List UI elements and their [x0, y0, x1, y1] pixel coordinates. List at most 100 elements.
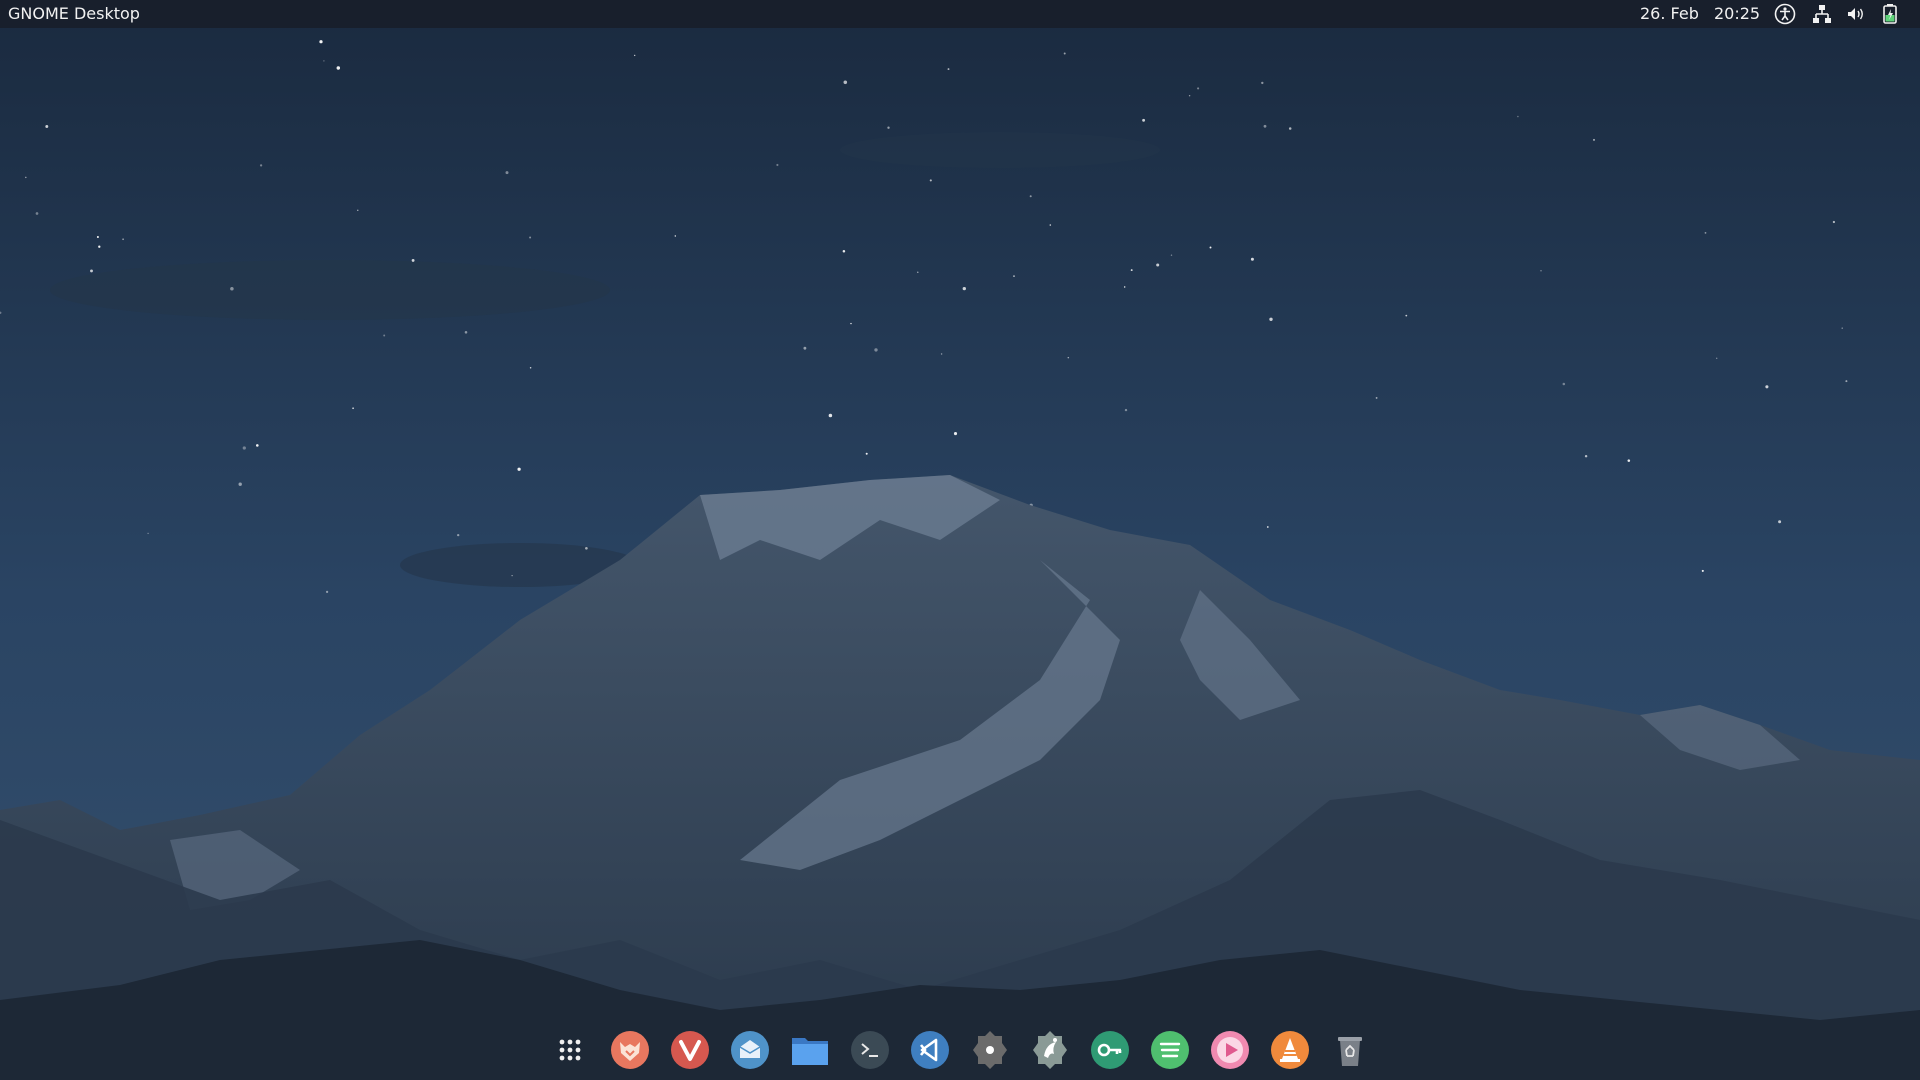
star [828, 413, 833, 418]
top-bar: GNOME Desktop 26. Feb 20:25 [0, 0, 1920, 28]
desktop-wallpaper [0, 0, 1920, 1080]
dock-vscode[interactable] [908, 1028, 952, 1072]
star [147, 532, 149, 535]
star [1261, 81, 1264, 85]
star [803, 346, 807, 350]
dock-trash[interactable] [1328, 1028, 1372, 1072]
dock-mail[interactable] [728, 1028, 772, 1072]
star [1250, 257, 1254, 261]
star [1716, 357, 1718, 359]
dock-gimp[interactable] [1028, 1028, 1072, 1072]
star [962, 286, 966, 291]
star [1123, 286, 1126, 288]
spotify-icon [1151, 1031, 1189, 1069]
star [517, 467, 521, 471]
star [464, 331, 468, 334]
star [1288, 127, 1292, 130]
star [674, 235, 676, 237]
accessibility-icon[interactable] [1774, 3, 1796, 25]
clock-date: 26. Feb [1640, 4, 1699, 23]
clock-time: 20:25 [1713, 4, 1761, 23]
dock-spotify[interactable] [1148, 1028, 1192, 1072]
star [1029, 195, 1032, 198]
star [850, 322, 852, 325]
star [1130, 269, 1133, 272]
star [1124, 408, 1128, 412]
clock[interactable]: 26. Feb 20:25 [1640, 4, 1770, 23]
star [1845, 380, 1848, 383]
star [255, 444, 259, 447]
star [1063, 52, 1066, 55]
star [917, 271, 919, 273]
star [529, 367, 532, 369]
star [947, 68, 950, 71]
password-keys-icon [1091, 1031, 1129, 1069]
star [357, 209, 359, 211]
star [1584, 454, 1588, 458]
star [929, 179, 932, 182]
star [325, 590, 329, 594]
volume-icon[interactable] [1845, 3, 1867, 25]
dock-vivaldi[interactable] [668, 1028, 712, 1072]
app-grid-icon [559, 1039, 581, 1061]
star [1209, 246, 1212, 249]
dock [548, 1024, 1362, 1078]
star [505, 171, 509, 175]
show-apps-button[interactable] [548, 1028, 592, 1072]
star [1197, 87, 1200, 90]
star [457, 533, 460, 537]
dock-settings[interactable] [968, 1028, 1012, 1072]
files-folder-icon [792, 1038, 828, 1065]
gimp-icon [1033, 1031, 1067, 1069]
star [1013, 275, 1015, 277]
star [35, 212, 39, 215]
mail-icon [731, 1031, 769, 1069]
star [865, 452, 868, 455]
star [1517, 115, 1519, 118]
star [25, 176, 27, 179]
cloud [50, 260, 610, 320]
star [953, 432, 958, 436]
star [1142, 118, 1146, 122]
star [352, 407, 354, 410]
star [1269, 317, 1273, 321]
activities-button[interactable]: GNOME Desktop [8, 4, 140, 23]
star [1067, 356, 1070, 359]
star [842, 249, 846, 253]
star [887, 126, 890, 129]
vlc-icon [1271, 1031, 1309, 1069]
star [529, 236, 532, 239]
dock-vlc[interactable] [1268, 1028, 1312, 1072]
star [1778, 520, 1782, 524]
dock-passwords[interactable] [1088, 1028, 1132, 1072]
star [511, 574, 513, 577]
star [843, 80, 848, 85]
star [1049, 224, 1052, 226]
star [874, 348, 878, 352]
star [323, 60, 325, 62]
star [98, 245, 101, 248]
network-icon[interactable] [1811, 3, 1833, 25]
star [776, 163, 779, 167]
star [1375, 396, 1378, 399]
star [90, 269, 93, 273]
star [122, 238, 124, 241]
dock-firefox[interactable] [608, 1028, 652, 1072]
star [383, 334, 386, 337]
trash-icon [1338, 1037, 1362, 1066]
star [634, 54, 636, 57]
star [1540, 270, 1542, 272]
star [1832, 220, 1836, 224]
star [1704, 232, 1707, 234]
battery-charging-icon[interactable] [1879, 3, 1901, 25]
dock-terminal[interactable] [848, 1028, 892, 1072]
firefox-icon [611, 1031, 649, 1069]
star [1266, 526, 1269, 528]
star [1405, 314, 1408, 317]
dock-files[interactable] [788, 1028, 832, 1072]
star [1592, 138, 1596, 141]
star [259, 164, 263, 167]
terminal-icon [851, 1031, 889, 1069]
dock-music-player[interactable] [1208, 1028, 1252, 1072]
star [1701, 569, 1704, 572]
